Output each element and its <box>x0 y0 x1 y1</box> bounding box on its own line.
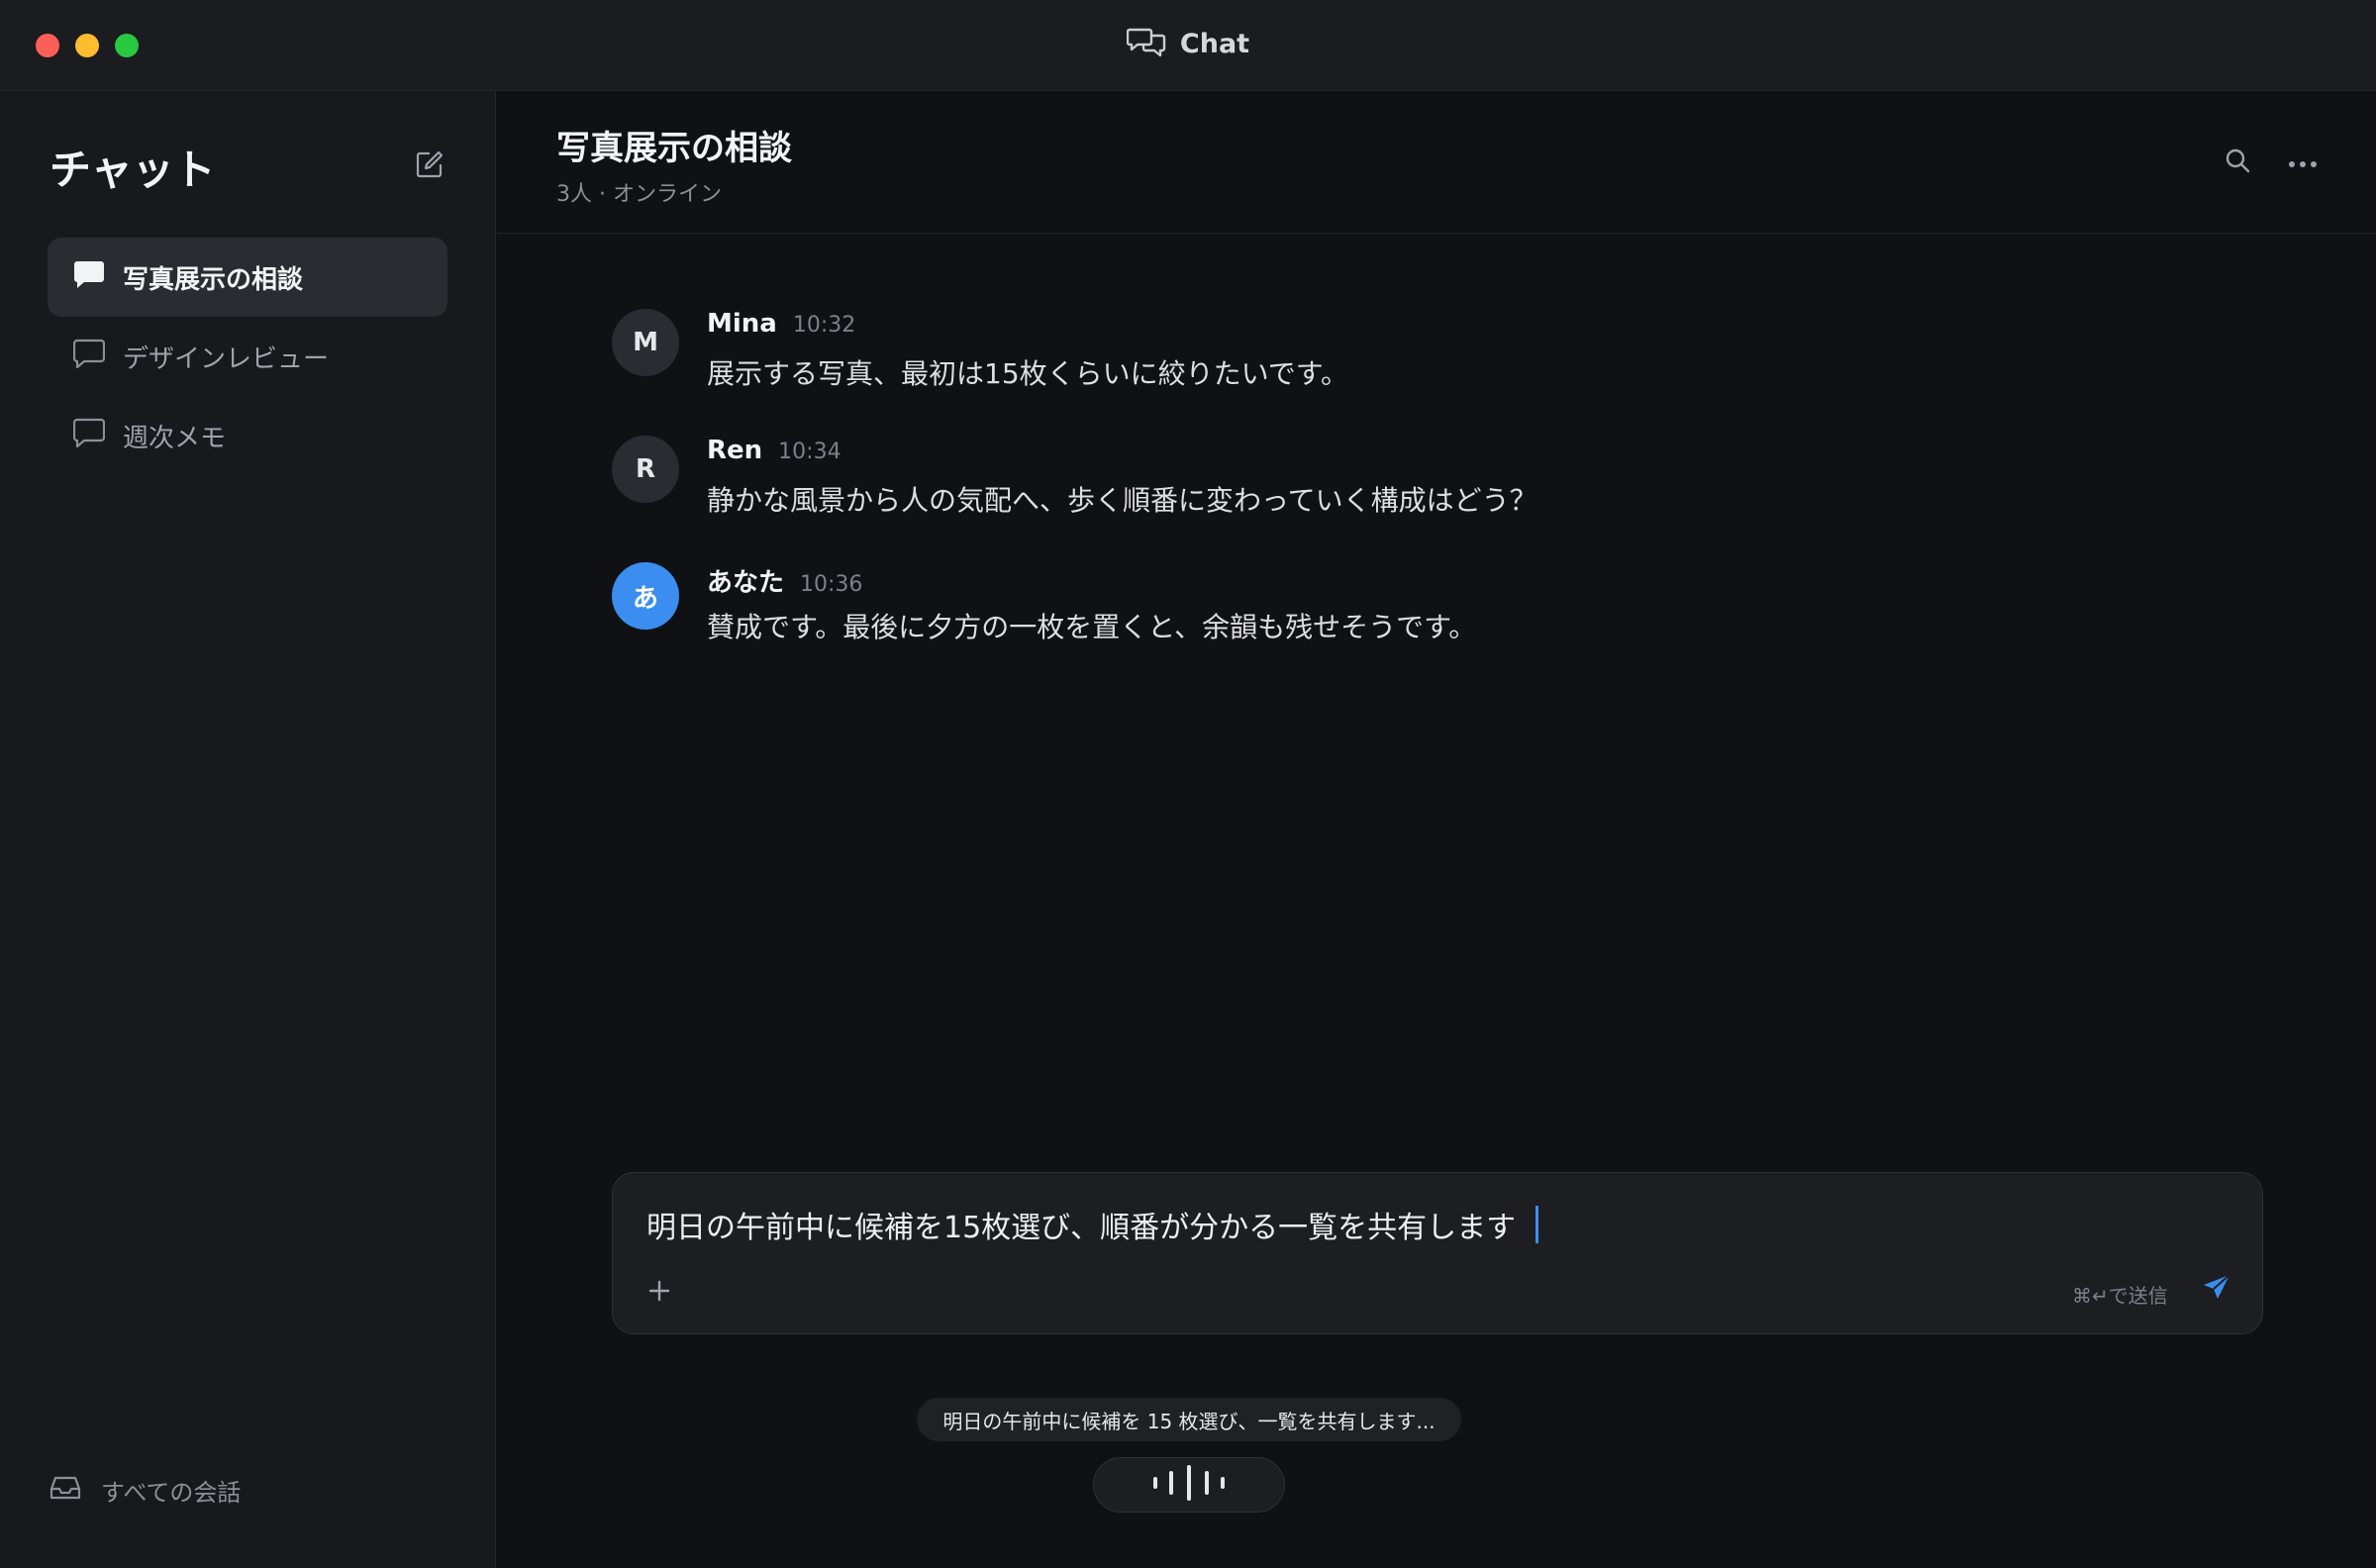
message-input[interactable]: 明日の午前中に候補を15枚選び、順番が分かる一覧を共有します <box>646 1203 1539 1246</box>
add-attachment-button[interactable] <box>646 1280 672 1306</box>
inbox-icon <box>50 1475 81 1507</box>
waveform-icon <box>1151 1465 1227 1505</box>
sidebar-item-weekly-notes[interactable]: 週次メモ <box>48 396 447 475</box>
more-options-button[interactable] <box>2285 145 2321 180</box>
message-time: 10:32 <box>792 313 856 338</box>
chat-subtitle: 3人 · オンライン <box>556 182 722 207</box>
plus-icon <box>647 1279 671 1307</box>
message-header: Ren 10:34 <box>707 436 842 465</box>
send-icon <box>2201 1272 2232 1308</box>
message-text: 賛成です。最後に夕方の一枚を置くと、余韻も残せそうです。 <box>707 611 1477 643</box>
text-caret <box>1535 1206 1539 1243</box>
message-header: Mina 10:32 <box>707 309 855 339</box>
sidebar-item-label: デザインレビュー <box>123 343 330 374</box>
sidebar-item-design-review[interactable]: デザインレビュー <box>48 317 447 396</box>
app-title: Chat <box>0 26 2376 61</box>
all-conversations-label: すべての会話 <box>101 1479 242 1507</box>
search-button[interactable] <box>2220 145 2255 180</box>
sidebar-item-photo-exhibition[interactable]: 写真展示の相談 <box>48 238 447 317</box>
sidebar-title: チャット <box>50 146 216 194</box>
message-author: あなた <box>707 568 785 598</box>
message-time: 10:34 <box>778 440 842 464</box>
message-composer[interactable]: 明日の午前中に候補を15枚選び、順番が分かる一覧を共有します ⌘↵で送信 <box>612 1172 2263 1334</box>
voice-transcript: 明日の午前中に候補を 15 枚選び、一覧を共有します... <box>917 1398 1461 1441</box>
more-horizontal-icon <box>2288 153 2318 172</box>
sidebar-item-label: 週次メモ <box>123 423 227 453</box>
chat-main: 写真展示の相談 3人 · オンライン M Mina 10:32 展示する写真、最… <box>497 91 2376 1568</box>
send-shortcut-hint: ⌘↵で送信 <box>2072 1284 2168 1308</box>
message-author: Mina <box>707 309 777 339</box>
message-author: Ren <box>707 436 763 465</box>
send-button[interactable] <box>2199 1272 2234 1308</box>
voice-input-button[interactable] <box>1093 1457 1285 1513</box>
avatar: M <box>612 309 679 376</box>
compose-icon <box>415 149 445 183</box>
chat-bubble-filled-icon <box>73 259 105 296</box>
title-bar: Chat <box>0 0 2376 91</box>
sidebar-item-label: 写真展示の相談 <box>123 264 304 295</box>
message-time: 10:36 <box>800 572 863 597</box>
chat-title: 写真展示の相談 <box>556 129 792 168</box>
search-icon <box>2224 147 2251 178</box>
all-conversations-link[interactable]: すべての会話 <box>50 1473 241 1508</box>
new-chat-button[interactable] <box>414 150 446 182</box>
message-input-value: 明日の午前中に候補を15枚選び、順番が分かる一覧を共有します <box>646 1211 1517 1245</box>
avatar: あ <box>612 562 679 630</box>
app-title-text: Chat <box>1179 28 1250 59</box>
avatar: R <box>612 436 679 503</box>
message-text: 展示する写真、最初は15枚くらいに絞りたいです。 <box>707 357 1348 390</box>
chat-bubble-icon <box>72 418 106 454</box>
message-text: 静かな風景から人の気配へ、歩く順番に変わっていく構成はどう？ <box>707 484 1537 517</box>
message-header: あなた 10:36 <box>707 562 862 599</box>
sidebar: チャット 写真展示の相談 デザインレビュー 週次メモ すべての会話 <box>0 91 496 1568</box>
chat-header: 写真展示の相談 3人 · オンライン <box>497 91 2376 234</box>
chat-bubble-icon <box>72 339 106 375</box>
chat-bubbles-icon <box>1126 26 1166 61</box>
